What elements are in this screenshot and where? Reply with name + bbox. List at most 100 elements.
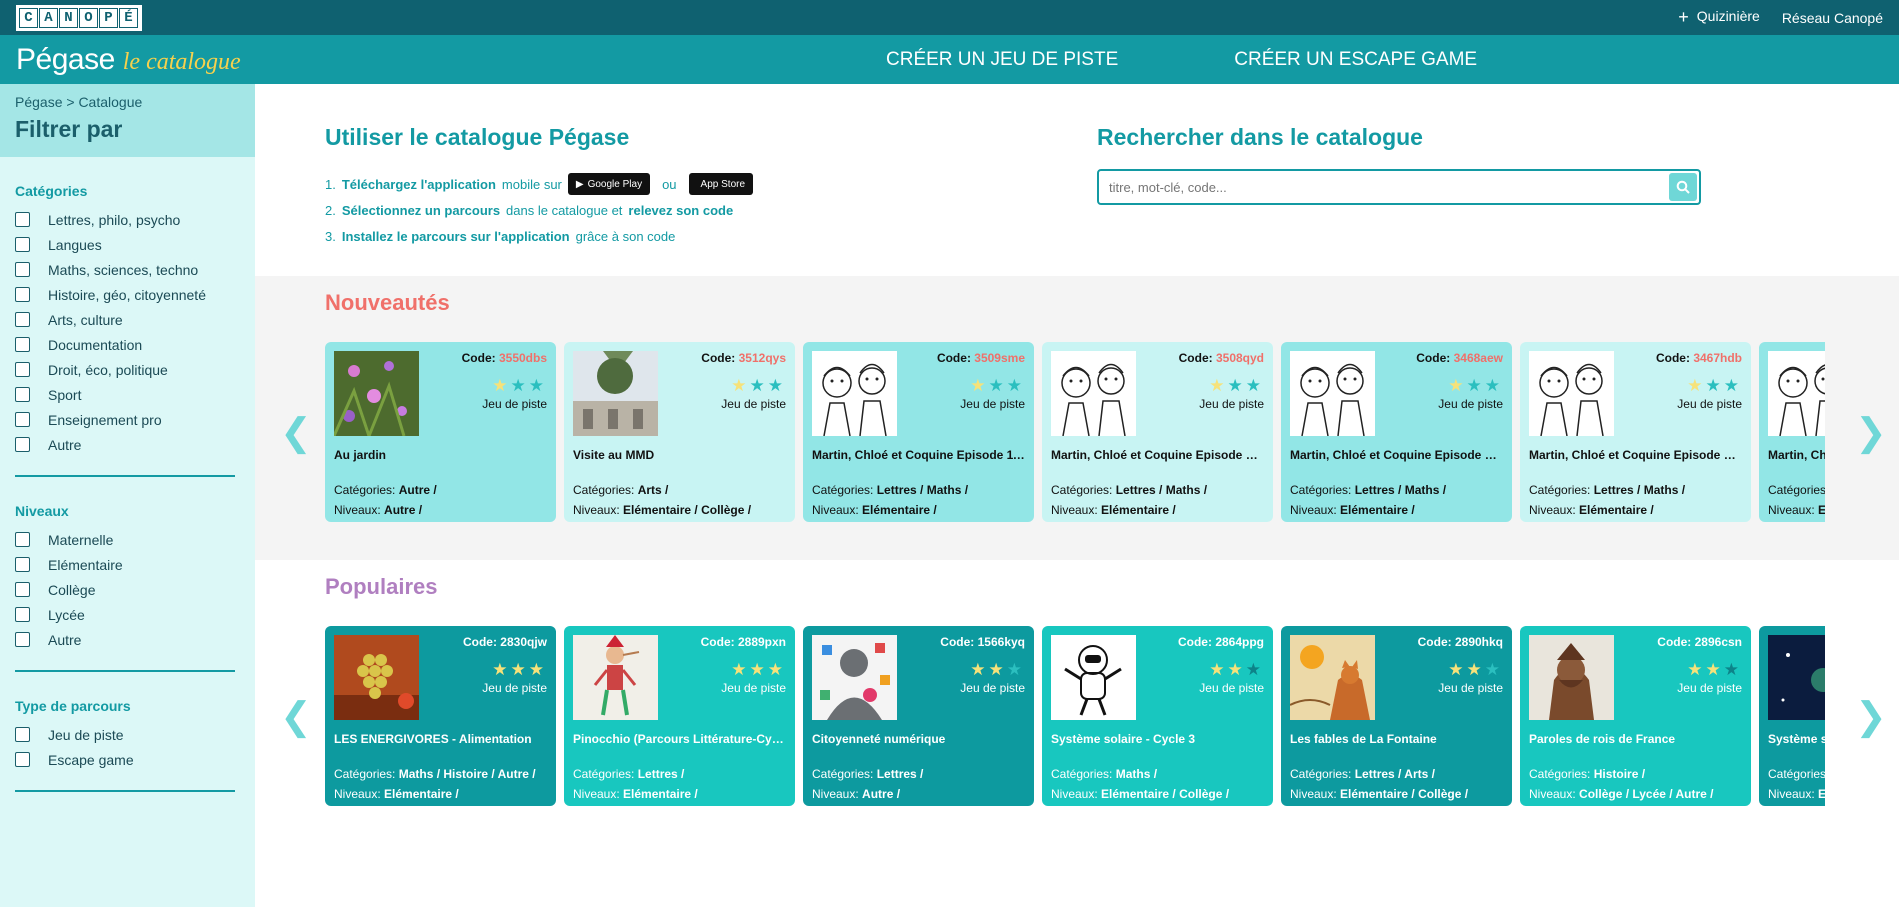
filter-option[interactable]: Jeu de piste — [15, 722, 240, 747]
popular-card[interactable]: Code: 1566kyq ★★★ Jeu de piste Citoyenneté … — [803, 626, 1034, 806]
checkbox[interactable] — [15, 212, 30, 227]
popular-card-levels: Niveaux: E — [1768, 787, 1825, 801]
checkbox[interactable] — [15, 262, 30, 277]
levels-label: Niveaux: — [1529, 787, 1580, 801]
code-label: Code: — [1655, 351, 1694, 365]
star-icon: ★ — [1209, 660, 1228, 679]
filter-option[interactable]: Sport — [15, 382, 240, 407]
main-content: Utiliser le catalogue Pégase 1. Téléchar… — [255, 84, 1899, 907]
star-icon: ★ — [1723, 376, 1742, 395]
new-prev-arrow-icon[interactable]: ❮ — [280, 410, 312, 455]
levels-label: Niveaux: — [334, 787, 385, 801]
filter-option[interactable]: Lycée — [15, 602, 240, 627]
popular-card[interactable]: Code: 2889pxn ★★★ Jeu de piste Pinocchio (P… — [564, 626, 795, 806]
popular-section: Populaires ❮ Code: 2830qjw ★★★ Jeu de pist… — [255, 560, 1899, 860]
checkbox[interactable] — [15, 532, 30, 547]
filter-option[interactable]: Autre — [15, 627, 240, 652]
new-card[interactable]: Code: 3468aew ★★★ Jeu de piste Martin, Chlo… — [1281, 342, 1512, 522]
star-icon: ★ — [510, 376, 529, 395]
new-card-title: Martin, Chloé et Coquine Episode 9 / 1..… — [1290, 448, 1503, 462]
filter-option[interactable]: Enseignement pro — [15, 407, 240, 432]
new-card-type: Jeu de piste — [1199, 397, 1264, 411]
popular-card-title: Système solaire - Cycle 3 — [1051, 732, 1196, 746]
nav-create-escape-game[interactable]: CRÉER UN ESCAPE GAME — [1234, 49, 1477, 71]
checkbox[interactable] — [15, 412, 30, 427]
nav-create-treasure-hunt[interactable]: CRÉER UN JEU DE PISTE — [886, 49, 1118, 71]
canope-logo[interactable]: CANOPÉ — [16, 4, 142, 31]
top-bar-links: + Quizinière Réseau Canopé — [1678, 7, 1883, 28]
filter-option[interactable]: Maths, sciences, techno — [15, 257, 240, 282]
popular-card[interactable]: Code: 2830qjw ★★★ Jeu de piste LES ENERGIVO… — [325, 626, 556, 806]
app-store-label: App Store — [700, 178, 746, 190]
reseau-canope-link[interactable]: Réseau Canopé — [1782, 10, 1883, 26]
filter-option[interactable]: Lettres, philo, psycho — [15, 207, 240, 232]
logo-letter: A — [39, 7, 58, 28]
new-card[interactable]: Code: 3512qys ★★★ Jeu de piste Visite au MM… — [564, 342, 795, 522]
filter-option[interactable]: Collège — [15, 577, 240, 602]
checkbox[interactable] — [15, 362, 30, 377]
filter-option[interactable]: Droit, éco, politique — [15, 357, 240, 382]
breadcrumb[interactable]: Pégase > Catalogue — [15, 94, 240, 110]
checkbox[interactable] — [15, 337, 30, 352]
filter-option[interactable]: Arts, culture — [15, 307, 240, 332]
new-card-levels: Niveaux: Elémentaire / — [1051, 503, 1176, 517]
filter-option[interactable]: Autre — [15, 432, 240, 457]
checkbox[interactable] — [15, 312, 30, 327]
popular-carousel: Code: 2830qjw ★★★ Jeu de piste LES ENERGIVO… — [325, 626, 1825, 806]
popular-card[interactable]: Code: 2864ppg ★★★ Jeu de piste Système sola… — [1042, 626, 1273, 806]
filter-option[interactable]: Documentation — [15, 332, 240, 357]
filter-option[interactable]: Elémentaire — [15, 552, 240, 577]
popular-card[interactable]: Système s Catégories: Niveaux: E — [1759, 626, 1825, 806]
checkbox[interactable] — [15, 727, 30, 742]
new-card[interactable]: Martin, Chl Catégories: Niveaux: El — [1759, 342, 1825, 522]
filter-divider — [15, 790, 235, 792]
popular-card-thumbnail — [1051, 635, 1136, 720]
levels-value: Elémentaire / Collège / — [623, 503, 752, 517]
search-input[interactable] — [1099, 171, 1669, 203]
new-card[interactable]: Code: 3509sme ★★★ Jeu de piste Martin, Chlo… — [803, 342, 1034, 522]
new-card-rating: ★★★ — [970, 376, 1025, 396]
checkbox[interactable] — [15, 387, 30, 402]
checkbox[interactable] — [15, 437, 30, 452]
popular-card-title: Paroles de rois de France — [1529, 732, 1676, 746]
popular-next-arrow-icon[interactable]: ❯ — [1855, 694, 1887, 739]
popular-card[interactable]: Code: 2890hkq ★★★ Jeu de piste Les fables d… — [1281, 626, 1512, 806]
popular-card-levels: Niveaux: Collège / Lycée / Autre / — [1529, 787, 1714, 801]
filter-option[interactable]: Maternelle — [15, 527, 240, 552]
checkbox[interactable] — [15, 287, 30, 302]
star-icon: ★ — [767, 376, 786, 395]
google-play-button[interactable]: ▶ Google Play — [567, 173, 651, 195]
checkbox[interactable] — [15, 607, 30, 622]
star-icon: ★ — [1484, 660, 1503, 679]
new-card[interactable]: Code: 3508qyd ★★★ Jeu de piste Martin, Chlo… — [1042, 342, 1273, 522]
popular-card-categories: Catégories: Lettres / Arts / — [1290, 767, 1435, 781]
search-button[interactable] — [1669, 173, 1697, 201]
checkbox[interactable] — [15, 557, 30, 572]
filter-option[interactable]: Escape game — [15, 747, 240, 772]
filter-option[interactable]: Langues — [15, 232, 240, 257]
popular-prev-arrow-icon[interactable]: ❮ — [280, 694, 312, 739]
pegase-brand[interactable]: Pégase le catalogue — [16, 43, 241, 77]
popular-card-code: Code: 2890hkq — [1418, 635, 1503, 649]
levels-label: Niveaux: — [812, 503, 863, 517]
popular-card-categories: Catégories: — [1768, 767, 1825, 781]
new-card[interactable]: Code: 3550dbs ★★★ Jeu de piste Au jardin Cat… — [325, 342, 556, 522]
filter-option[interactable]: Histoire, géo, citoyenneté — [15, 282, 240, 307]
app-root: CANOPÉ + Quizinière Réseau Canopé Pégase … — [0, 0, 1899, 907]
app-store-button[interactable]: App Store — [688, 173, 754, 195]
new-next-arrow-icon[interactable]: ❯ — [1855, 410, 1887, 455]
checkbox[interactable] — [15, 237, 30, 252]
search-icon — [1676, 180, 1690, 194]
checkbox[interactable] — [15, 752, 30, 767]
popular-card-thumbnail — [334, 635, 419, 720]
quizineire-link[interactable]: + Quizinière — [1678, 7, 1760, 28]
code-label: Code: — [1416, 351, 1454, 365]
checkbox[interactable] — [15, 632, 30, 647]
new-card[interactable]: Code: 3467hdb ★★★ Jeu de piste Martin, Chlo… — [1520, 342, 1751, 522]
checkbox[interactable] — [15, 582, 30, 597]
popular-card[interactable]: Code: 2896csn ★★★ Jeu de piste Paroles de r… — [1520, 626, 1751, 806]
new-carousel: Code: 3550dbs ★★★ Jeu de piste Au jardin Cat… — [325, 342, 1825, 522]
popular-card-rating: ★★★ — [492, 660, 547, 680]
popular-card-levels: Niveaux: Autre / — [812, 787, 900, 801]
popular-card-title: Système s — [1768, 732, 1825, 746]
